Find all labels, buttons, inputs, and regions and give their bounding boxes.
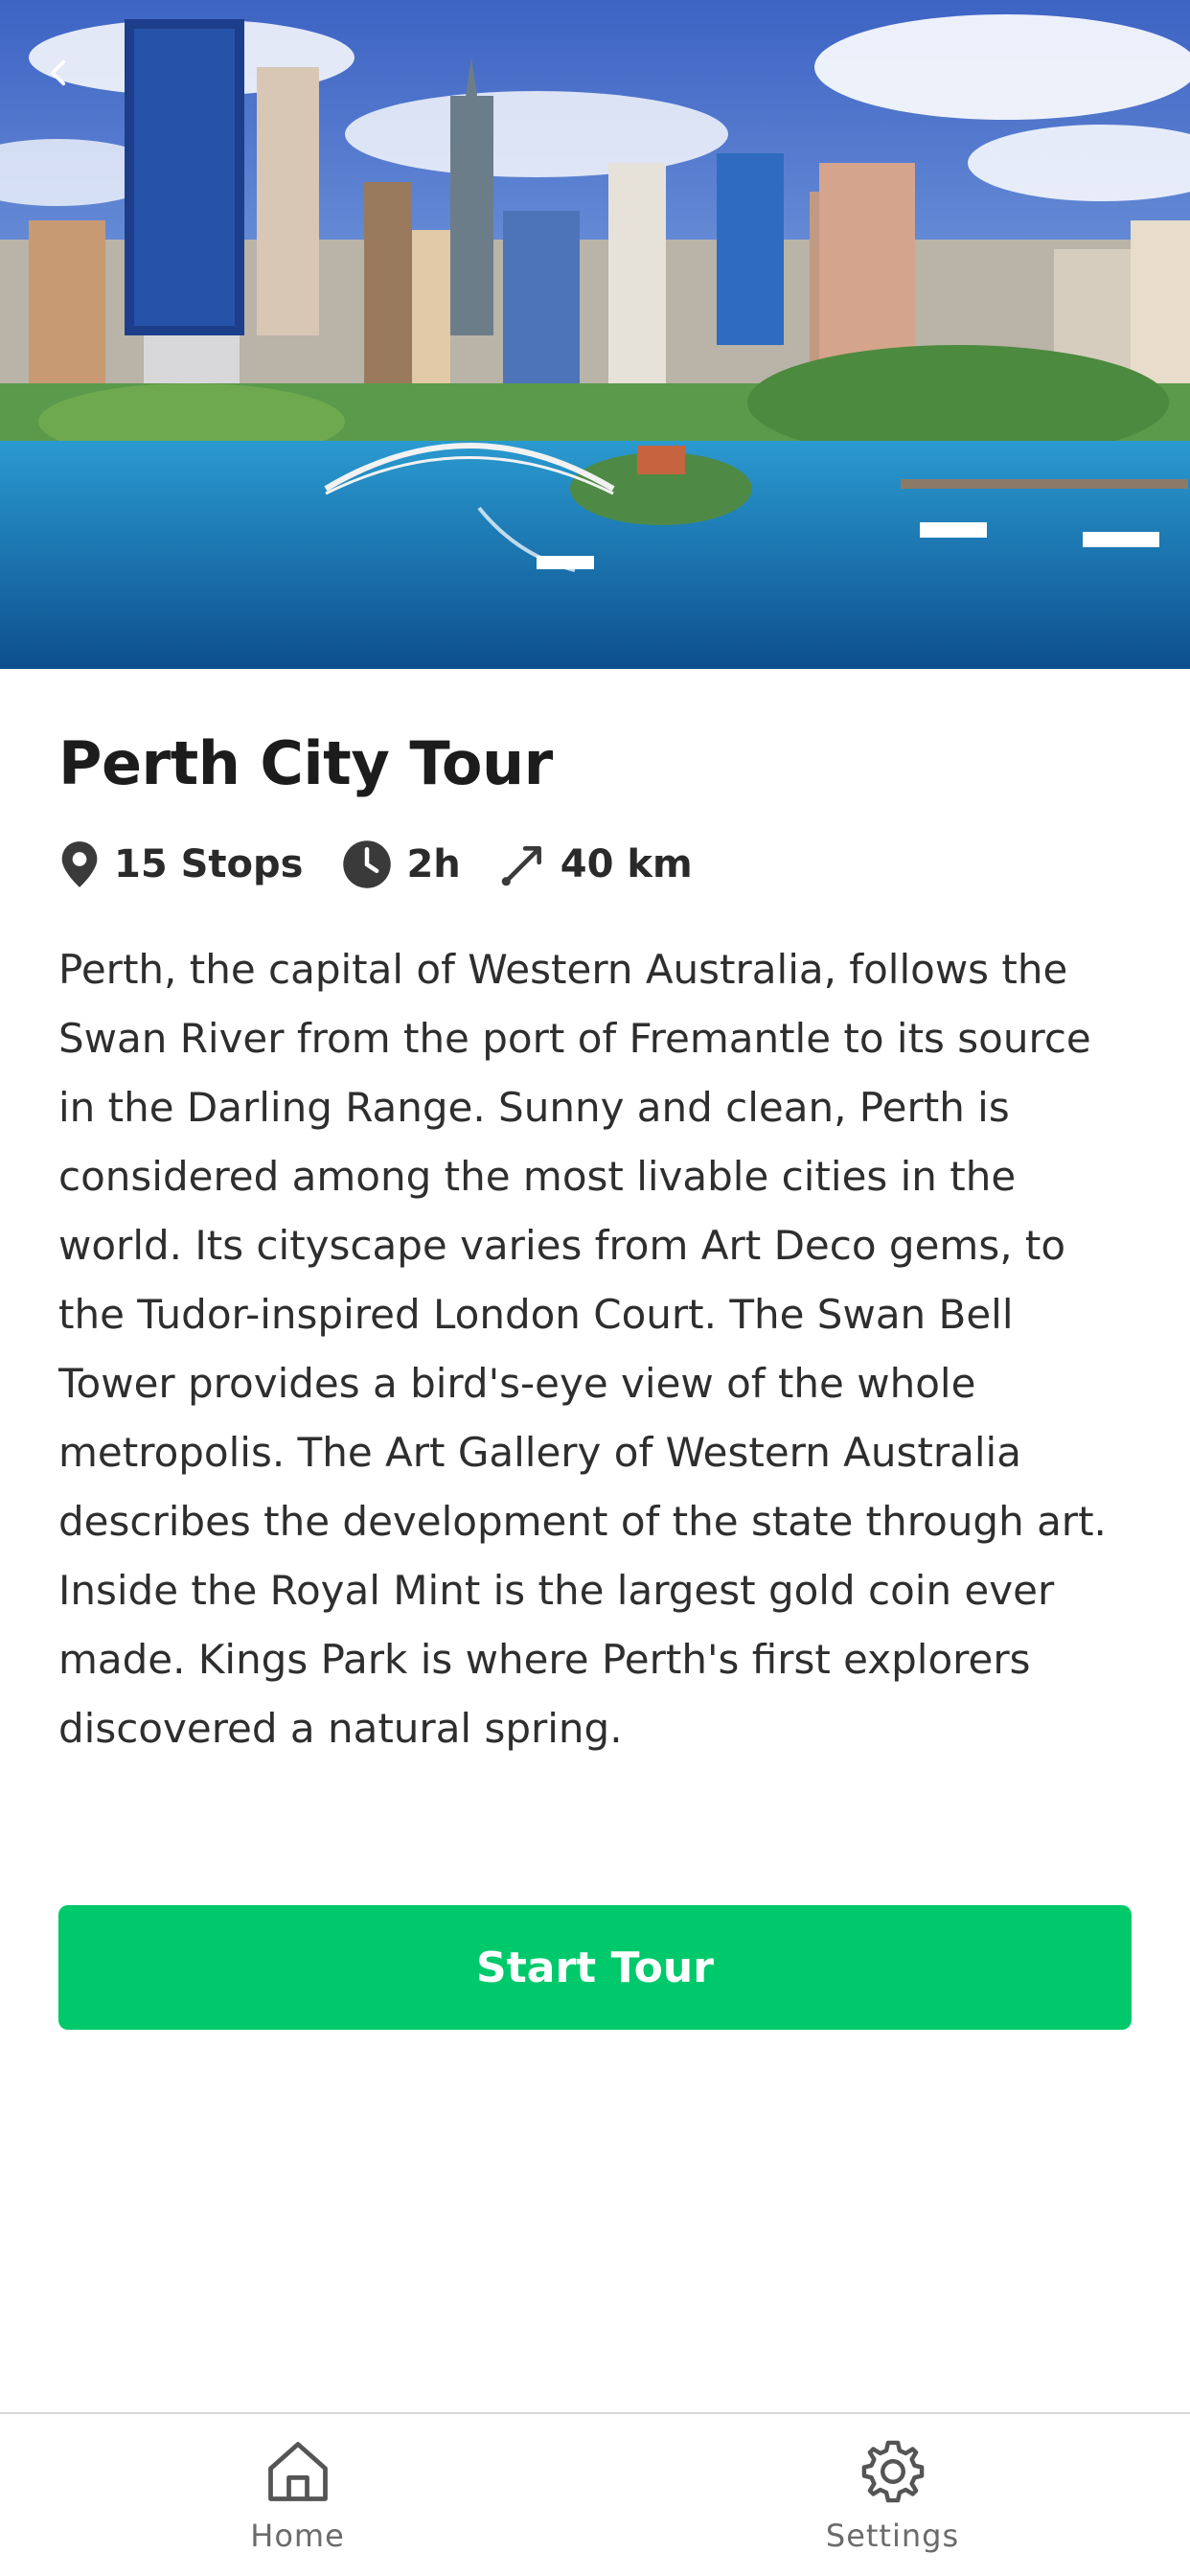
start-tour-button[interactable]: Start Tour xyxy=(58,1905,1132,2030)
hero-image xyxy=(0,0,1190,669)
city-skyline-photo xyxy=(0,0,1190,669)
clock-icon xyxy=(341,839,393,890)
distance-value: 40 km xyxy=(560,842,693,887)
home-icon xyxy=(267,2442,328,2501)
start-tour-label: Start Tour xyxy=(476,1943,714,1992)
back-button[interactable] xyxy=(29,42,90,104)
nav-label-settings: Settings xyxy=(825,2518,960,2554)
bottom-navigation: Home Settings xyxy=(0,2412,1190,2576)
distance-info: 40 km xyxy=(499,840,693,888)
nav-item-home[interactable]: Home xyxy=(0,2414,595,2576)
gear-icon xyxy=(861,2440,924,2503)
tour-description-text: Perth, the capital of Western Australia,… xyxy=(58,946,1107,1753)
diagonal-arrow-icon xyxy=(499,840,547,888)
tour-meta: 15 Stops 2h 40 km xyxy=(58,834,1132,895)
stops-info: 15 Stops xyxy=(58,840,303,889)
duration-info: 2h xyxy=(341,839,461,890)
tour-description: Perth, the capital of Western Australia,… xyxy=(58,935,1132,1910)
chevron-left-icon xyxy=(51,59,66,86)
tour-title: Perth City Tour xyxy=(58,728,553,798)
nav-item-settings[interactable]: Settings xyxy=(595,2414,1190,2576)
duration-value: 2h xyxy=(406,842,461,887)
tour-content: Perth City Tour 15 Stops 2h 40 km Perth,… xyxy=(58,728,1132,1910)
stops-count: 15 Stops xyxy=(114,842,304,887)
description-fade xyxy=(58,1840,1132,1910)
tour-detail-screen: Perth City Tour 15 Stops 2h 40 km Perth,… xyxy=(0,0,1190,2576)
map-pin-icon xyxy=(58,840,101,889)
nav-label-home: Home xyxy=(250,2518,345,2554)
